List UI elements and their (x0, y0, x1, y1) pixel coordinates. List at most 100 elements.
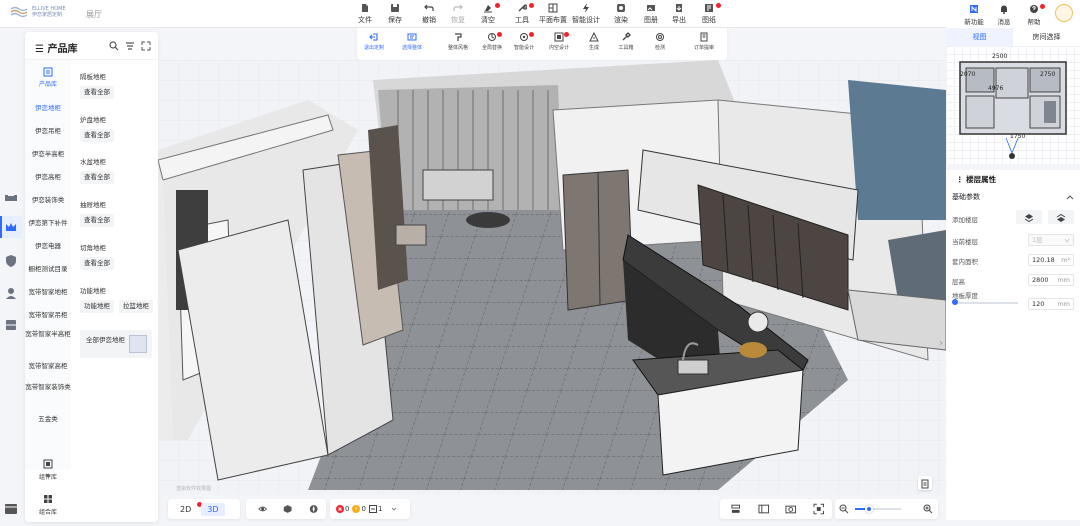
category-item[interactable]: 橱柜测试目录 (25, 265, 71, 274)
album-button[interactable]: 图册 (636, 3, 666, 27)
smart-design-button[interactable]: 智能设计 (570, 3, 602, 27)
interior-design-button[interactable]: 内空设计 (542, 32, 576, 58)
component-library-button[interactable]: 组件库 (25, 459, 71, 481)
check-button[interactable]: 检测 (643, 32, 677, 58)
search-icon[interactable] (109, 41, 119, 51)
zoom-in-icon[interactable] (923, 504, 933, 514)
floorplan-thumbnail: 2500 2070 4976 2750 1750 (959, 53, 1067, 159)
area-field[interactable]: 120.18 m² (1028, 254, 1074, 266)
camera-fov (1005, 137, 1019, 154)
library-tab-icon (43, 67, 53, 77)
view-all-chip[interactable]: 查看全部 (80, 214, 114, 227)
view-all-chip[interactable]: 查看全部 (80, 86, 114, 99)
help-button[interactable]: 帮助 (1020, 4, 1048, 26)
minimap-canvas[interactable]: 2500 2070 4976 2750 1750 (946, 46, 1080, 164)
eye-icon[interactable] (258, 503, 268, 515)
cube-icon[interactable] (283, 503, 292, 515)
slab-thickness-slider[interactable] (952, 299, 1018, 305)
zoom-out-icon[interactable] (839, 504, 849, 514)
category-item[interactable]: 伊恋装饰类 (25, 196, 71, 205)
view-all-chip[interactable]: 查看全部 (80, 129, 114, 142)
function-cabinet-chip[interactable]: 功能地柜 (80, 300, 114, 313)
camera-icon[interactable] (785, 503, 797, 515)
add-floor-down-button[interactable] (1048, 210, 1074, 224)
category-item[interactable]: 伊恋高柜 (25, 173, 71, 182)
redo-button[interactable]: 恢复 (443, 3, 473, 27)
slab-thickness-unit: mm (1057, 300, 1070, 308)
exit-customize-button[interactable]: 退出定制 (357, 32, 391, 58)
category-item[interactable]: 宽带智家装饰类 (25, 383, 71, 392)
category-item[interactable]: 五金类 (25, 415, 71, 424)
camera-position-marker[interactable] (1009, 153, 1015, 159)
select-all-button[interactable]: 选择整体 (395, 32, 429, 58)
layout-camera-icon[interactable] (757, 503, 770, 515)
filter-icon[interactable] (125, 41, 135, 51)
tools-button[interactable]: 工具 (507, 3, 537, 27)
align-icon[interactable] (730, 503, 742, 515)
mode-2d-button[interactable]: 2D (174, 503, 197, 516)
order-submit-button[interactable]: 订单提审 (687, 32, 721, 58)
category-item[interactable]: 伊恋吊柜 (25, 127, 71, 136)
clear-button[interactable]: 清空 (473, 3, 503, 27)
category-item[interactable]: 伊恋电器 (25, 242, 71, 251)
category-item[interactable]: 宽带智家高柜 (25, 362, 71, 371)
combo-library-button[interactable]: 组合库 (25, 494, 71, 516)
3d-viewport[interactable]: 渲染软件效果图 (158, 60, 946, 495)
compass-icon[interactable] (309, 503, 318, 515)
tab-view[interactable]: 视图 (946, 28, 1013, 46)
export-button[interactable]: 导出 (664, 3, 694, 27)
view-all-chip[interactable]: 查看全部 (80, 257, 114, 270)
slab-thickness-knob[interactable] (952, 299, 959, 305)
3d-scene (158, 60, 946, 495)
new-features-button[interactable]: 新功能 (960, 4, 988, 26)
area-value: 120.18 (1032, 256, 1055, 264)
file-button[interactable]: 文件 (350, 3, 380, 27)
issue-counter[interactable]: 0 0 1 (330, 499, 410, 519)
properties-title: ⋮ 楼层属性 (956, 175, 997, 184)
undo-button[interactable]: 撤销 (414, 3, 444, 27)
category-item[interactable]: 宽带智家地柜 (25, 288, 71, 297)
fit-view-icon[interactable] (812, 503, 825, 515)
avatar[interactable] (1055, 4, 1073, 22)
sofa-icon[interactable] (4, 190, 18, 204)
cabinet-icon[interactable] (4, 318, 18, 332)
category-item[interactable]: 宽带智家半高柜 (25, 330, 71, 339)
zoom-slider[interactable] (855, 505, 901, 513)
global-replace-button[interactable]: 全局替换 (475, 32, 509, 58)
all-base-cabinets-item[interactable]: 全部伊恋地柜 (80, 330, 152, 358)
clipboard-button[interactable] (918, 476, 932, 490)
view-all-chip[interactable]: 查看全部 (80, 171, 114, 184)
crown-icon[interactable] (4, 220, 18, 234)
basket-cabinet-chip[interactable]: 拉篮地柜 (119, 300, 153, 313)
expand-icon[interactable] (141, 41, 151, 51)
save-button[interactable]: 保存 (380, 3, 410, 27)
project-name[interactable]: 展厅 (86, 9, 102, 20)
category-item[interactable]: 伊恋第下补件 (25, 219, 71, 228)
clear-icon (484, 5, 492, 13)
chevron-up-icon[interactable] (1066, 194, 1074, 200)
tab-room-select[interactable]: 房间选择 (1013, 28, 1080, 46)
category-item[interactable]: 宽带智家吊柜 (25, 311, 71, 320)
floor-layout-button[interactable]: 平面布置 (537, 3, 569, 27)
user-icon[interactable] (4, 286, 18, 300)
mode-3d-button[interactable]: 3D (201, 502, 225, 516)
category-item[interactable]: 伊恋半高柜 (25, 150, 71, 159)
undo-label: 撤销 (422, 16, 436, 24)
generate-button[interactable]: 生成 (577, 32, 611, 58)
brand-logo[interactable]: ELLIVE HOME 伊恋家居定制 (10, 6, 66, 18)
shield-icon[interactable] (4, 254, 18, 268)
console-icon[interactable] (4, 502, 18, 516)
overall-style-button[interactable]: 整体风格 (441, 32, 475, 58)
slab-thickness-field[interactable]: 120 mm (1028, 298, 1074, 310)
zoom-slider-knob[interactable] (864, 505, 873, 513)
floor-height-field[interactable]: 2800 mm (1028, 274, 1074, 286)
add-floor-up-button[interactable] (1016, 210, 1042, 224)
messages-button[interactable]: 消息 (990, 4, 1018, 26)
smart-design-sub-button[interactable]: 智能设计 (507, 32, 541, 58)
render-button[interactable]: 渲染 (606, 3, 636, 27)
collapse-panel-arrow[interactable]: › (936, 338, 946, 354)
toolbox-button[interactable]: 工具箱 (609, 32, 643, 58)
category-item[interactable]: 伊恋地柜 (25, 104, 71, 113)
drawing-button[interactable]: 图纸 (694, 3, 724, 27)
library-tab[interactable]: 产品库 (25, 64, 71, 94)
